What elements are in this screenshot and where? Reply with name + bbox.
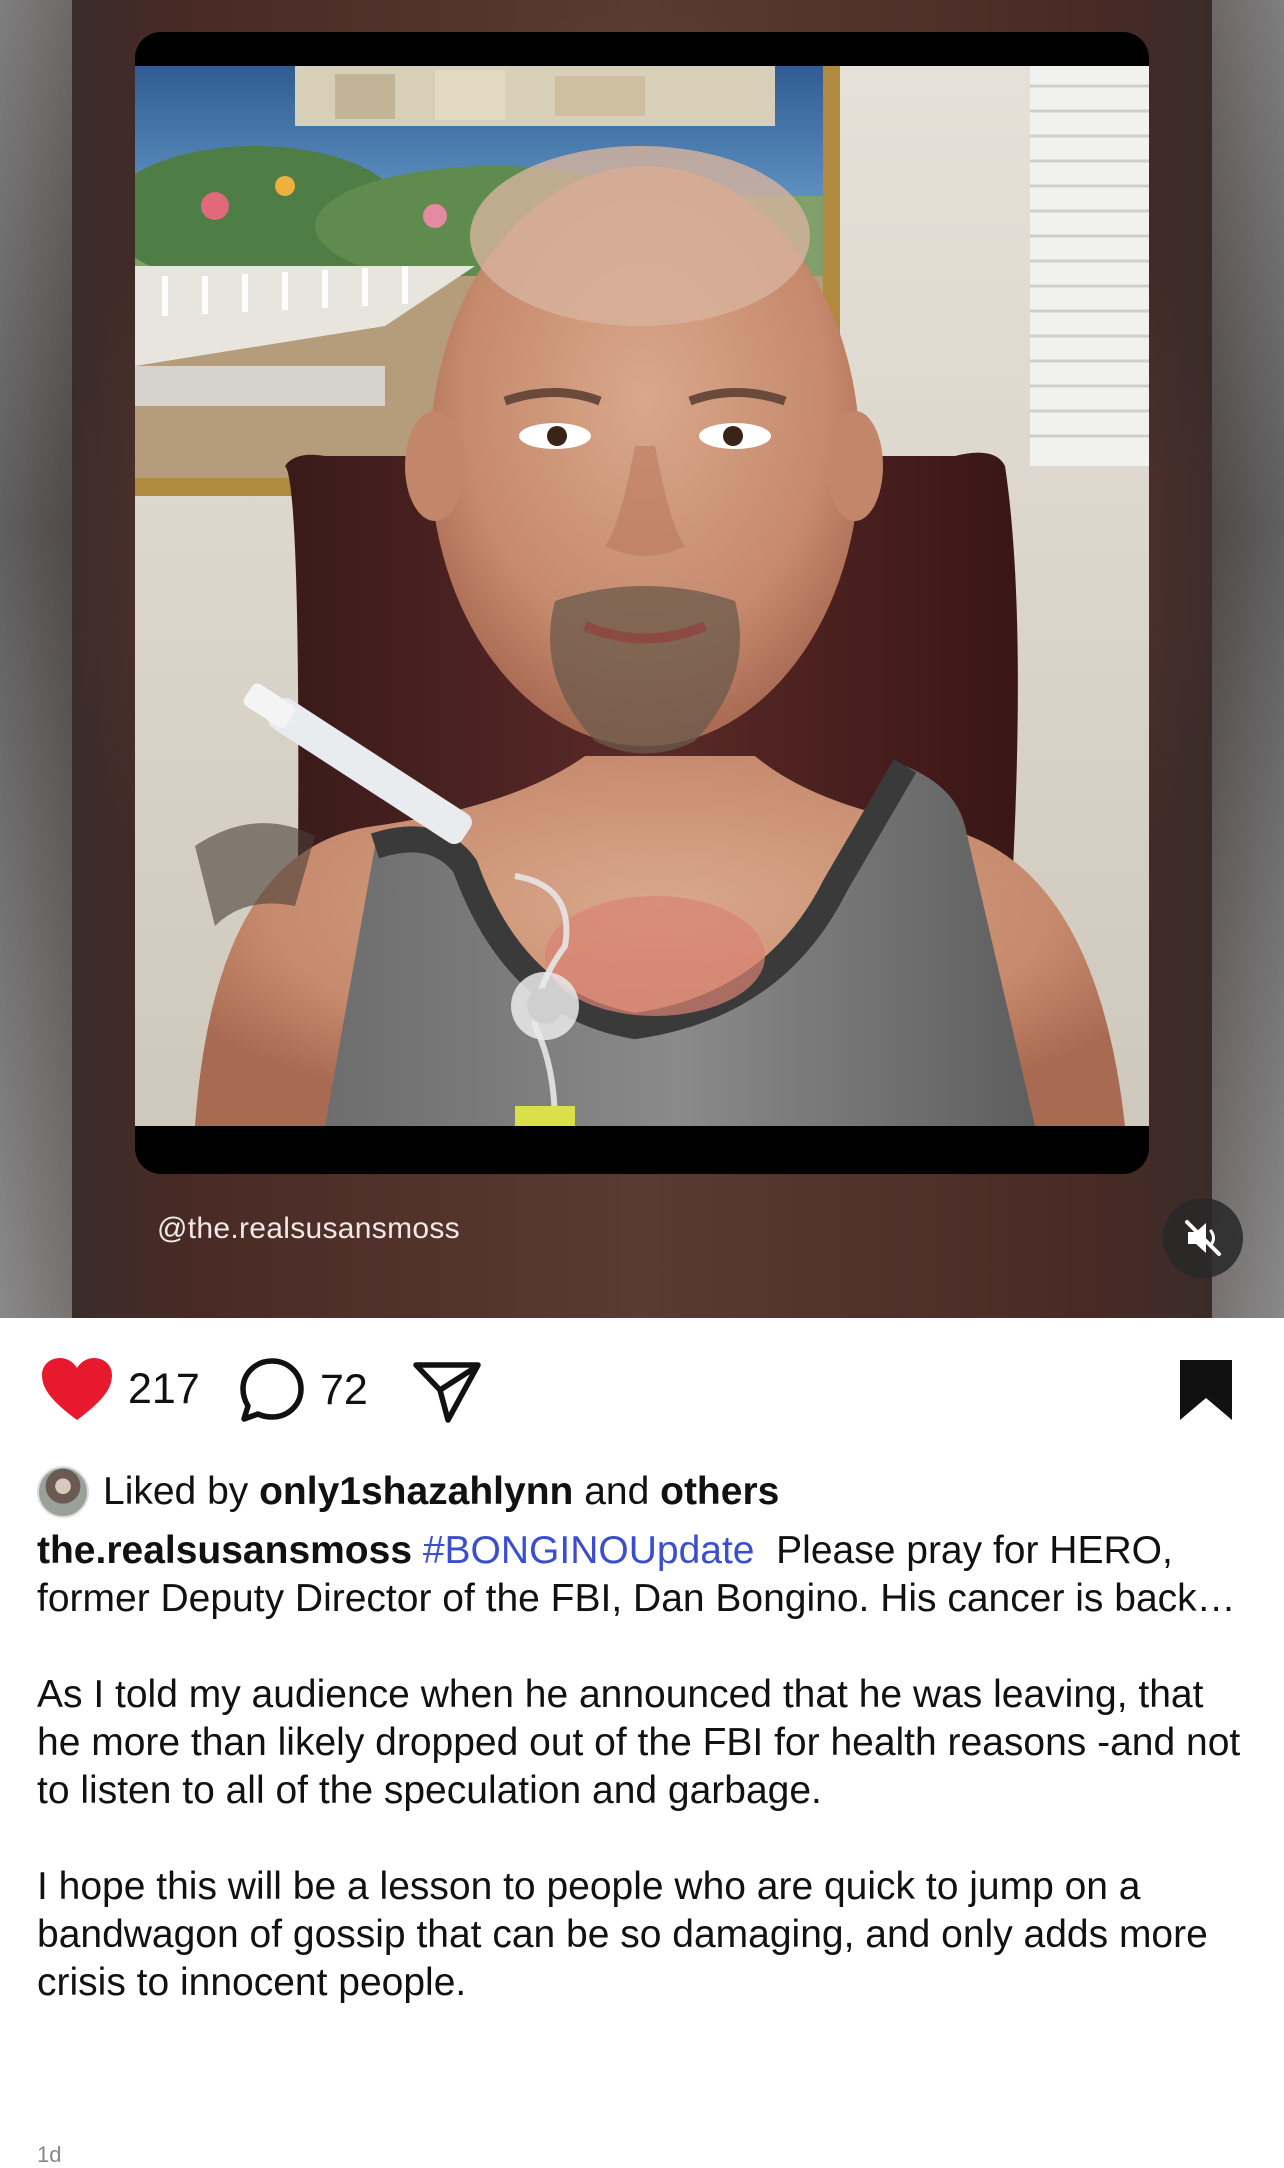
caption-paragraph-1: the.realsusansmoss #BONGINOUpdate Please… — [37, 1527, 1252, 1623]
post-photo — [135, 66, 1149, 1126]
bookmark-filled-icon — [1180, 1360, 1232, 1420]
avatar[interactable] — [37, 1466, 89, 1518]
post-media[interactable]: @the.realsusansmoss — [0, 0, 1284, 1318]
bookmark-button[interactable] — [1178, 1358, 1234, 1422]
like-button[interactable]: 217 — [40, 1356, 200, 1422]
overlay-username[interactable]: @the.realsusansmoss — [157, 1212, 460, 1246]
photo-card[interactable] — [135, 32, 1149, 1174]
caption-paragraph-2: As I told my audience when he announced … — [37, 1673, 1241, 1812]
caption-username[interactable]: the.realsusansmoss — [37, 1529, 412, 1572]
liked-by-others[interactable]: others — [660, 1470, 779, 1514]
liked-by-user[interactable]: only1shazahlynn — [259, 1470, 573, 1514]
liked-by-row[interactable]: Liked by only1shazahlynn and others — [37, 1466, 779, 1518]
liked-by-conjunction: and — [584, 1470, 650, 1513]
comment-count[interactable]: 72 — [320, 1366, 368, 1415]
caption: the.realsusansmoss #BONGINOUpdate Please… — [37, 1527, 1252, 2055]
share-button[interactable] — [412, 1360, 482, 1424]
caption-paragraph-3: I hope this will be a lesson to people w… — [37, 1865, 1208, 2004]
action-bar: 217 72 — [0, 1350, 1284, 1430]
speaker-muted-icon — [1185, 1220, 1221, 1256]
post-timestamp: 1d — [37, 2142, 62, 2167]
mute-button[interactable] — [1163, 1198, 1243, 1278]
like-count[interactable]: 217 — [128, 1365, 200, 1414]
comment-button[interactable]: 72 — [238, 1356, 368, 1424]
liked-by-prefix: Liked by — [103, 1470, 249, 1513]
caption-hashtag[interactable]: #BONGINOUpdate — [423, 1529, 755, 1572]
paper-plane-icon — [413, 1362, 481, 1423]
speech-bubble-icon — [240, 1358, 304, 1422]
heart-filled-icon — [42, 1358, 112, 1420]
